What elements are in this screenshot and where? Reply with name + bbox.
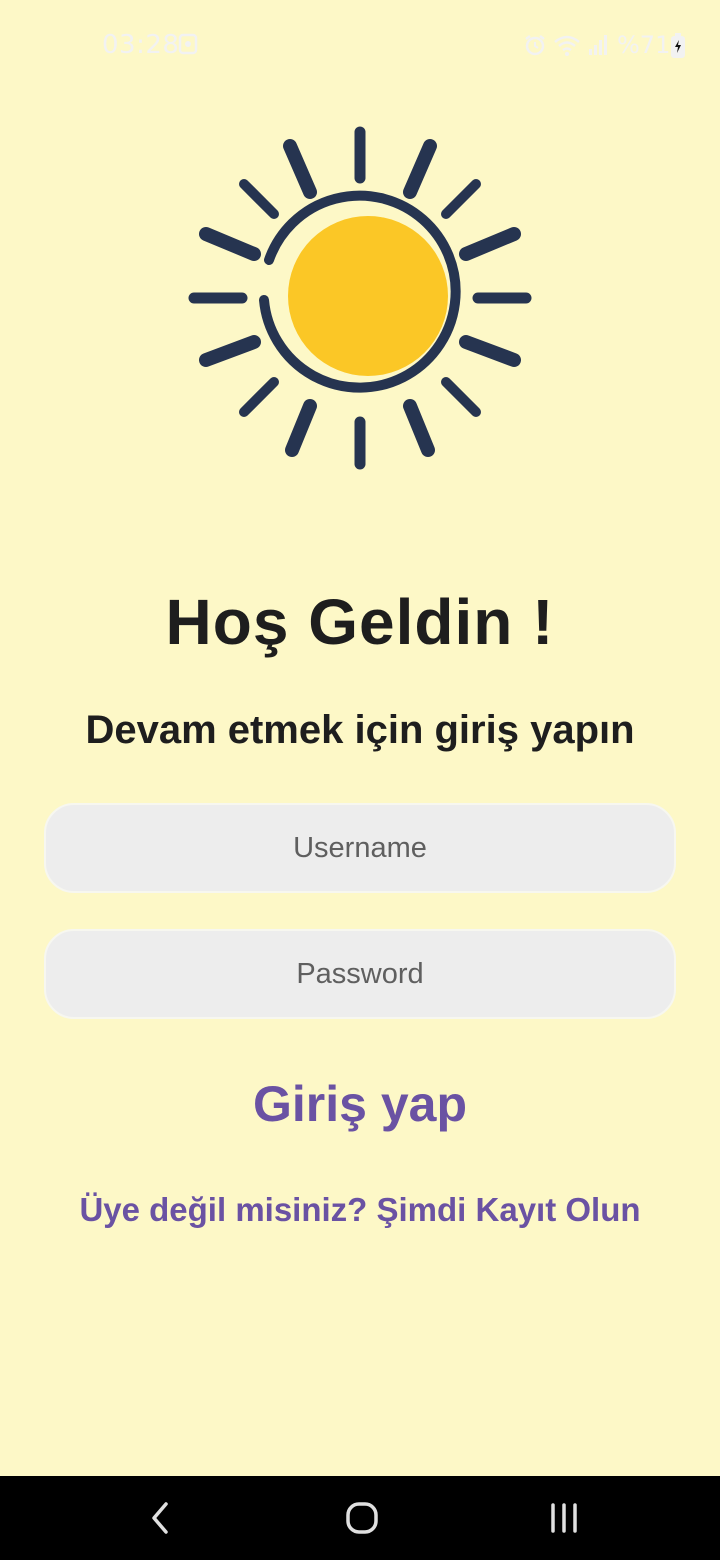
navigation-bar: [0, 1476, 720, 1560]
sun-logo: [180, 120, 540, 480]
username-input[interactable]: [46, 804, 674, 892]
recents-icon: [551, 1503, 577, 1533]
welcome-subtitle: Devam etmek için giriş yapın: [85, 708, 635, 752]
wifi-icon: [553, 33, 581, 62]
welcome-title: Hoş Geldin !: [165, 586, 555, 658]
home-button[interactable]: [302, 1476, 422, 1560]
sun-icon: [188, 126, 532, 470]
status-bar: 03:28 %71: [0, 0, 720, 96]
password-input[interactable]: [46, 930, 674, 1018]
username-field[interactable]: [44, 803, 676, 893]
recents-button[interactable]: [504, 1476, 624, 1560]
alarm-icon: [523, 33, 547, 62]
signal-icon: [588, 33, 610, 62]
register-link[interactable]: Üye değil misiniz? Şimdi Kayıt Olun: [0, 1191, 720, 1229]
battery-percentage: %71: [617, 31, 671, 59]
gallery-icon: [178, 33, 198, 60]
battery-icon: [670, 33, 686, 64]
login-button[interactable]: Giriş yap: [0, 1075, 720, 1133]
status-time: 03:28: [102, 30, 180, 60]
back-icon: [152, 1502, 168, 1534]
home-icon: [346, 1502, 378, 1534]
password-field[interactable]: [44, 929, 676, 1019]
back-button[interactable]: [100, 1476, 220, 1560]
